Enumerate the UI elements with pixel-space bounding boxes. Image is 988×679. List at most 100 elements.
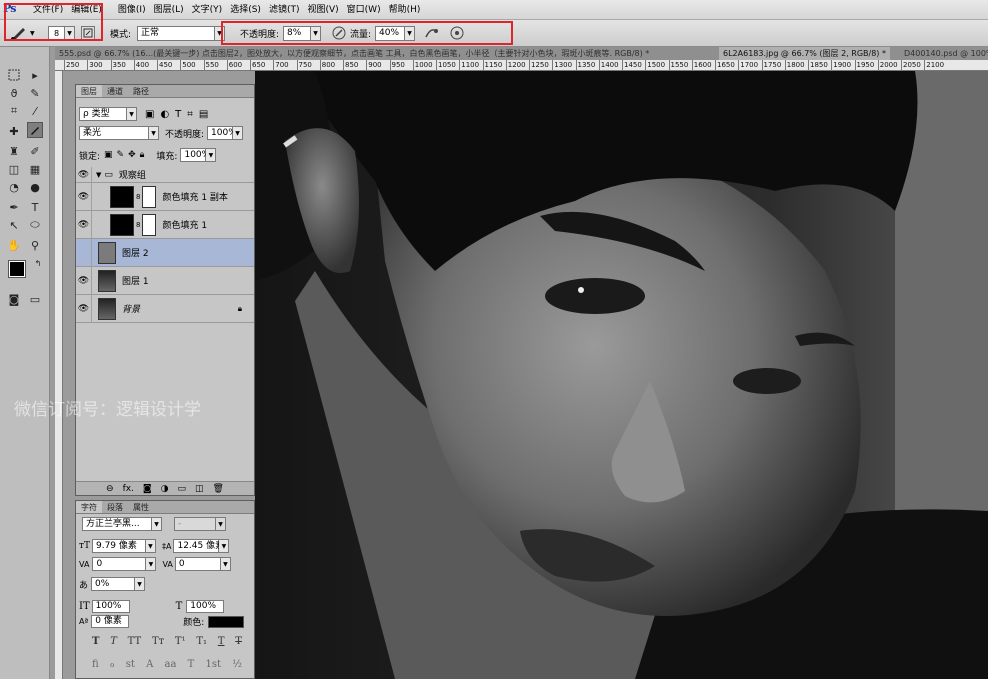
fill-field[interactable]: 100% xyxy=(180,148,210,162)
mode-select[interactable]: 正常 xyxy=(137,25,216,41)
move-tool-icon[interactable]: ▸ xyxy=(27,67,43,83)
horizontal-scale-field[interactable]: 100% xyxy=(186,600,225,613)
menu-image[interactable]: 图像(I) xyxy=(118,0,154,20)
shape-tool-icon[interactable]: ⬭ xyxy=(27,217,43,233)
brush-tool-icon[interactable] xyxy=(27,122,43,138)
foreground-color-swatch[interactable] xyxy=(8,260,26,278)
tab-properties[interactable]: 属性 xyxy=(128,501,154,513)
document-canvas[interactable] xyxy=(255,71,988,679)
new-group-icon[interactable]: ▭ xyxy=(178,484,187,494)
clone-stamp-tool-icon[interactable]: ♜ xyxy=(6,143,22,159)
eyedropper-tool-icon[interactable]: ⁄ xyxy=(27,103,43,119)
layer-row[interactable]: 👁︎ 8 颜色填充 1 xyxy=(76,210,254,239)
menu-layer[interactable]: 图层(L) xyxy=(154,0,192,20)
layer-opacity-field[interactable]: 100% xyxy=(207,126,237,140)
tsume-dropdown[interactable]: ▼ xyxy=(135,577,146,591)
layer-filter-dropdown[interactable]: ▼ xyxy=(127,107,137,121)
link-layers-icon[interactable]: ⊖ xyxy=(106,484,114,494)
titling-alternates-button[interactable]: T xyxy=(188,659,195,670)
crop-tool-icon[interactable]: ⌗ xyxy=(6,103,22,119)
font-size-dropdown[interactable]: ▼ xyxy=(145,539,156,553)
blend-mode-dropdown[interactable]: ▼ xyxy=(149,126,159,140)
history-brush-tool-icon[interactable]: ✐ xyxy=(27,143,43,159)
vertical-scale-field[interactable]: 100% xyxy=(91,600,130,613)
eye-icon[interactable]: 👁︎ xyxy=(76,210,92,239)
screen-mode-icon[interactable]: ▭ xyxy=(27,291,43,307)
eye-icon[interactable]: 👁︎ xyxy=(76,294,92,323)
fill-dropdown[interactable]: ▼ xyxy=(206,148,217,162)
tsume-field[interactable]: 0% xyxy=(91,577,136,591)
ordinals-button[interactable]: 1st xyxy=(206,659,222,670)
eye-icon[interactable] xyxy=(76,238,92,267)
font-size-field[interactable]: 9.79 像素 xyxy=(91,539,146,553)
gradient-tool-icon[interactable]: ▦ xyxy=(27,161,43,177)
superscript-button[interactable]: T¹ xyxy=(175,636,186,647)
tab-channels[interactable]: 通道 xyxy=(102,85,128,97)
leading-dropdown[interactable]: ▼ xyxy=(219,539,230,553)
eye-icon[interactable]: 👁︎ xyxy=(76,166,92,183)
tab-d400140[interactable]: D400140.psd @ 100% xyxy=(900,47,988,60)
font-family-select[interactable]: 方正兰亭黑... xyxy=(82,517,152,531)
menu-select[interactable]: 选择(S) xyxy=(230,0,269,20)
zoom-tool-icon[interactable]: ⚲ xyxy=(27,237,43,253)
strikethrough-button[interactable]: T xyxy=(235,636,242,647)
eye-icon[interactable]: 👁︎ xyxy=(76,266,92,295)
add-mask-icon[interactable]: ◙ xyxy=(143,484,152,494)
lock-icons[interactable]: ▣✎✥🔒︎ xyxy=(104,150,148,160)
tab-layers[interactable]: 图层 xyxy=(76,85,102,97)
small-caps-button[interactable]: Tт xyxy=(152,636,164,647)
tracking-dropdown[interactable]: ▼ xyxy=(220,557,231,571)
ligatures-button[interactable]: fi xyxy=(92,659,99,670)
all-caps-button[interactable]: TT xyxy=(128,636,142,647)
tab-paragraph[interactable]: 段落 xyxy=(102,501,128,513)
faux-italic-button[interactable]: T xyxy=(110,636,117,647)
group-expand-icon[interactable]: ▼ xyxy=(96,171,101,179)
kerning-dropdown[interactable]: ▼ xyxy=(146,557,157,571)
layer-group-row[interactable]: 👁︎ ▼ ▭ 观察组 xyxy=(76,166,254,183)
layer-filter-icons[interactable]: ▣◐T⌗▤ xyxy=(145,109,214,120)
menu-type[interactable]: 文字(Y) xyxy=(192,0,231,20)
baseline-field[interactable]: 0 像素 xyxy=(91,615,130,628)
blend-mode-select[interactable]: 柔光 xyxy=(79,126,149,140)
layer-row[interactable]: 👁︎ 8 颜色填充 1 副本 xyxy=(76,182,254,211)
fractions-button[interactable]: ½ xyxy=(232,659,242,670)
dodge-tool-icon[interactable]: ● xyxy=(27,179,43,195)
font-style-dropdown[interactable]: ▼ xyxy=(216,517,226,531)
layer-row[interactable]: 👁︎ 图层 1 xyxy=(76,266,254,295)
hand-tool-icon[interactable]: ✋ xyxy=(6,237,22,253)
subscript-button[interactable]: T₁ xyxy=(196,636,207,647)
swash-button[interactable]: A xyxy=(146,659,153,670)
tab-555-psd[interactable]: 555.psd @ 66.7% (16...(最关键一步) 点击图层2，图处放大… xyxy=(55,47,705,60)
text-color-swatch[interactable] xyxy=(208,615,245,628)
type-tool-icon[interactable]: T xyxy=(27,199,43,215)
path-select-tool-icon[interactable]: ↖ xyxy=(6,217,22,233)
tab-paths[interactable]: 路径 xyxy=(128,85,154,97)
stylistic-alternates-button[interactable]: aa xyxy=(165,659,177,670)
menu-window[interactable]: 窗口(W) xyxy=(347,0,389,20)
layer-opacity-dropdown[interactable]: ▼ xyxy=(233,126,244,140)
kerning-field[interactable]: 0 xyxy=(92,557,147,571)
eraser-tool-icon[interactable]: ◫ xyxy=(6,161,22,177)
menu-help[interactable]: 帮助(H) xyxy=(389,0,429,20)
layer-row[interactable]: 👁︎ 背景 🔒︎ xyxy=(76,294,254,323)
font-family-dropdown[interactable]: ▼ xyxy=(152,517,162,531)
menu-view[interactable]: 视图(V) xyxy=(307,0,346,20)
delete-layer-icon[interactable]: 🗑︎ xyxy=(213,484,224,494)
quick-mask-icon[interactable]: ◙ xyxy=(6,291,22,307)
pen-tool-icon[interactable]: ✒ xyxy=(6,199,22,215)
fx-button[interactable]: fx. xyxy=(123,484,134,494)
layer-row-selected[interactable]: 图层 2 xyxy=(76,238,254,267)
discretionary-ligatures-button[interactable]: st xyxy=(126,659,135,670)
lasso-tool-icon[interactable]: ϑ xyxy=(6,85,22,101)
blur-tool-icon[interactable]: ◔ xyxy=(6,179,22,195)
new-layer-icon[interactable]: ◫ xyxy=(195,484,204,494)
contextual-alternates-button[interactable]: ℴ xyxy=(110,659,115,670)
tab-character[interactable]: 字符 xyxy=(76,501,102,513)
leading-field[interactable]: 12.45 像素 xyxy=(173,539,224,553)
layer-filter-select[interactable]: ρ 类型 xyxy=(79,107,127,121)
healing-brush-tool-icon[interactable]: ✚ xyxy=(6,123,22,139)
adjustment-layer-icon[interactable]: ◑ xyxy=(161,484,169,494)
font-style-select[interactable]: - xyxy=(174,517,216,531)
eye-icon[interactable]: 👁︎ xyxy=(76,182,92,211)
quick-select-tool-icon[interactable]: ✎ xyxy=(27,85,43,101)
